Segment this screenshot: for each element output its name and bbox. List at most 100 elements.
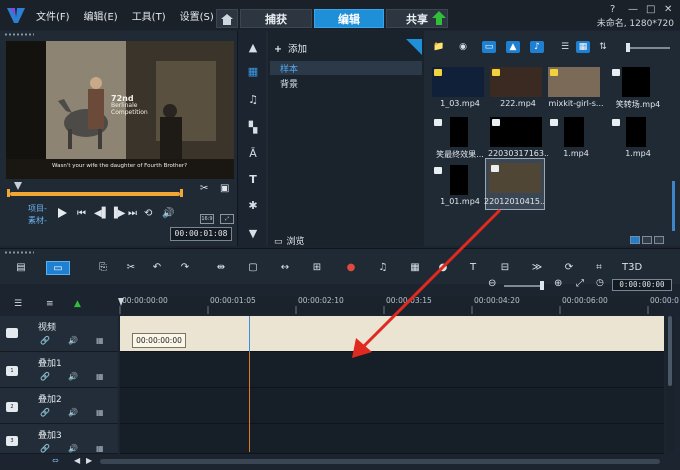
overlay-2-lane[interactable]	[120, 388, 664, 424]
track-header-overlay-1[interactable]: 1 叠加1 🔗 🔊 ▦	[0, 352, 118, 388]
ripple-icon[interactable]: ▦	[96, 336, 104, 345]
home-button[interactable]	[216, 9, 238, 28]
multi-camera-icon[interactable]: ⊟	[498, 261, 512, 275]
upload-icon[interactable]	[432, 11, 446, 25]
panel-grip[interactable]	[4, 33, 34, 36]
scroll-up-icon[interactable]: ▲	[246, 41, 260, 55]
record-icon[interactable]: ◉	[456, 41, 470, 53]
cut-icon[interactable]: ✂	[200, 183, 208, 194]
import-folder-icon[interactable]: 📁	[432, 41, 446, 53]
track-manager-icon[interactable]: ☰	[14, 299, 22, 309]
color-icon[interactable]: ●	[436, 261, 450, 275]
clip-mode-label[interactable]: 素材-	[28, 215, 47, 226]
mute-icon[interactable]: 🔊	[68, 408, 78, 417]
text-icon[interactable]: T	[246, 173, 260, 187]
close-icon[interactable]: ✕	[664, 4, 672, 15]
zoom-out-icon[interactable]: ⊖	[488, 278, 496, 289]
zoom-in-icon[interactable]: ⊕	[554, 278, 562, 289]
mute-icon[interactable]: 🔊	[68, 444, 78, 453]
home-start-icon[interactable]: ⏮	[77, 208, 86, 219]
library-scrollbar[interactable]	[672, 181, 675, 231]
play-icon[interactable]	[56, 207, 68, 219]
snapshot-icon[interactable]: ▣	[220, 183, 229, 194]
panel-grip[interactable]	[4, 251, 34, 254]
volume-icon[interactable]: 🔊	[162, 208, 174, 219]
tools-icon[interactable]: ✂	[124, 261, 138, 275]
timeline-zoom-slider[interactable]	[504, 285, 544, 287]
show-video-icon[interactable]: ▭	[482, 41, 496, 53]
title-editor-icon[interactable]: T	[466, 261, 480, 275]
show-photo-icon[interactable]: ▲	[506, 41, 520, 53]
timeline-vertical-scrollbar[interactable]	[666, 316, 674, 452]
aspect-ratio-button[interactable]: 16:9	[200, 214, 214, 224]
chapter-icon[interactable]: ≡	[46, 299, 54, 309]
redo-icon[interactable]: ↷	[178, 261, 192, 275]
motion-icon[interactable]: ⊞	[310, 261, 324, 275]
link-icon[interactable]: 🔗	[40, 444, 50, 453]
media-icon[interactable]: ▦	[246, 65, 260, 79]
ripple-icon[interactable]: ▦	[96, 444, 104, 453]
media-thumb-10-selected[interactable]: 22012010415...	[484, 158, 545, 210]
paste-icon[interactable]: ⎘	[96, 261, 110, 275]
vertical-scroll-thumb[interactable]	[668, 316, 672, 386]
player-timecode[interactable]: 00:00:01:08	[170, 227, 232, 241]
media-thumb-3[interactable]: mixkit-girl-s...	[548, 67, 604, 109]
scroll-left-icon[interactable]: ◀	[74, 456, 80, 465]
time-ruler[interactable]: 00:00:00:00 00:00:01:05 00:00:02:10 00:0…	[118, 296, 679, 314]
tab-capture[interactable]: 捕获	[240, 9, 312, 28]
sort-icon[interactable]: ⇅	[596, 41, 610, 53]
scroll-right-icon[interactable]: ▶	[86, 456, 92, 465]
help-icon[interactable]: ?	[610, 4, 615, 15]
mark-in-icon[interactable]	[6, 187, 14, 199]
filter-icon[interactable]: ✱	[246, 199, 260, 213]
menu-settings[interactable]: 设置(S)	[180, 8, 214, 23]
title-ab-icon[interactable]: Ā	[246, 147, 260, 161]
media-thumb-9[interactable]: 1_01.mp4	[432, 165, 484, 207]
media-thumb-6[interactable]: 22030317163...	[488, 117, 548, 159]
fullscreen-button[interactable]: ⤢	[220, 214, 234, 224]
transition-icon[interactable]: ▚	[246, 121, 260, 135]
scroll-down-icon[interactable]: ▼	[246, 227, 260, 241]
record-capture-icon[interactable]: ●	[344, 261, 358, 275]
scroll-fit-icon[interactable]: ⇔	[52, 456, 59, 465]
timeline-zoom-knob[interactable]	[540, 281, 544, 290]
media-thumb-7[interactable]: 1.mp4	[548, 117, 600, 159]
horizontal-scroll-thumb[interactable]	[100, 459, 660, 464]
audio-icon[interactable]: ♫	[246, 93, 260, 107]
menu-file[interactable]: 文件(F)	[36, 8, 70, 23]
timeline-view-icon[interactable]: ▭	[46, 261, 70, 275]
media-thumb-8[interactable]: 1.mp4	[610, 117, 662, 159]
ripple-icon[interactable]: ▦	[96, 372, 104, 381]
overlay-3-lane[interactable]	[120, 424, 664, 454]
subtitle-icon[interactable]: ▦	[408, 261, 422, 275]
link-icon[interactable]: 🔗	[40, 408, 50, 417]
scrub-handle[interactable]	[14, 182, 22, 190]
view-option-3[interactable]	[654, 236, 664, 244]
media-thumb-5[interactable]: 笑最终效果...	[432, 117, 484, 159]
track-header-overlay-3[interactable]: 3 叠加3 🔗 🔊 ▦	[0, 424, 118, 454]
undo-icon[interactable]: ↶	[150, 261, 164, 275]
project-mode-label[interactable]: 项目-	[28, 203, 47, 214]
folder-item-samples[interactable]: 样本	[280, 62, 298, 75]
storyboard-view-icon[interactable]: ▤	[14, 261, 28, 275]
thumb-size-knob[interactable]	[626, 43, 630, 52]
list-view-icon[interactable]: ☰	[558, 41, 572, 53]
prev-frame-icon[interactable]: ◀▌	[94, 208, 109, 219]
playhead-line[interactable]	[249, 316, 250, 352]
link-icon[interactable]: 🔗	[40, 372, 50, 381]
overlay-1-lane[interactable]	[120, 352, 664, 388]
folder-item-backgrounds[interactable]: 背景	[280, 77, 298, 90]
speed-icon[interactable]: ≫	[530, 261, 544, 275]
fit-icon[interactable]: ↔	[278, 261, 292, 275]
track-header-overlay-2[interactable]: 2 叠加2 🔗 🔊 ▦	[0, 388, 118, 424]
mute-icon[interactable]: 🔊	[68, 372, 78, 381]
add-marker-icon[interactable]: ▲	[74, 299, 81, 309]
media-thumb-2[interactable]: 222.mp4	[490, 67, 542, 109]
ripple-icon[interactable]: ▦	[96, 408, 104, 417]
scrub-bar[interactable]	[10, 192, 180, 196]
fit-project-icon[interactable]: ⤢	[576, 278, 584, 289]
end-icon[interactable]: ⏭	[128, 208, 137, 219]
thumb-size-slider[interactable]	[626, 47, 670, 49]
next-frame-icon[interactable]: ▐▶	[110, 208, 125, 219]
view-option-1[interactable]	[630, 236, 640, 244]
